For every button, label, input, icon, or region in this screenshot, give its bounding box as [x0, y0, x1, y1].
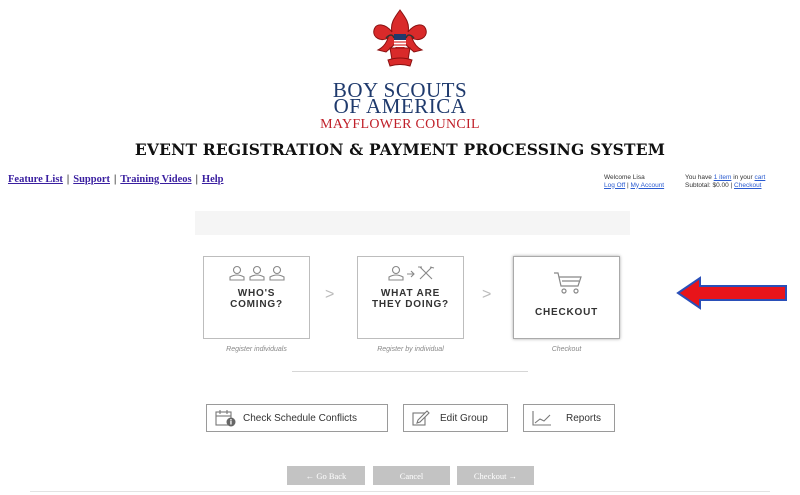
- activity-tools-icon: [388, 265, 435, 281]
- divider: [292, 371, 528, 372]
- chevron-right-icon: >: [482, 286, 492, 303]
- step-caption: Checkout: [551, 346, 582, 353]
- info-band: [195, 211, 630, 235]
- log-off-link[interactable]: Log Off: [604, 182, 625, 189]
- step-title-line1: WHO'S: [237, 288, 276, 299]
- red-arrow-annotation-icon: [676, 276, 787, 310]
- logo-council-name: MAYFLOWER COUNCIL: [320, 117, 480, 132]
- step-caption: Register by individual: [377, 346, 444, 353]
- reports-button[interactable]: Reports: [523, 404, 615, 432]
- edit-group-button[interactable]: Edit Group: [403, 404, 508, 432]
- cart-link[interactable]: cart: [755, 174, 766, 181]
- check-schedule-conflicts-button[interactable]: i Check Schedule Conflicts: [206, 404, 388, 432]
- welcome-text: Welcome Lisa: [604, 174, 645, 181]
- logo-text-of-america: OF AMERICA: [333, 94, 467, 118]
- nav-link-feature-list[interactable]: Feature List: [8, 174, 63, 185]
- nav-link-training-videos[interactable]: Training Videos: [120, 174, 191, 185]
- checkout-link[interactable]: Checkout: [734, 182, 761, 189]
- step-title-line2: COMING?: [230, 299, 283, 310]
- check-schedule-conflicts-label: Check Schedule Conflicts: [243, 412, 357, 424]
- svg-text:i: i: [230, 419, 232, 427]
- step-checkout-card[interactable]: CHECKOUT: [513, 256, 620, 339]
- step-title-line2: THEY DOING?: [372, 299, 449, 310]
- step-title-line1: CHECKOUT: [534, 307, 599, 318]
- edit-group-label: Edit Group: [440, 412, 488, 424]
- bsa-fleur-de-lis-logo-icon: [373, 9, 427, 67]
- chart-icon: [532, 411, 551, 426]
- reports-label: Reports: [566, 412, 602, 424]
- chevron-right-icon: >: [325, 286, 335, 303]
- cart-summary: You have 1 item in your cart Subtotal: $…: [685, 174, 765, 189]
- nav-separator: |: [195, 174, 198, 185]
- edit-icon: [412, 410, 430, 426]
- nav-link-support[interactable]: Support: [73, 174, 110, 185]
- calendar-alert-icon: i: [215, 410, 236, 427]
- nav-separator: |: [114, 174, 117, 185]
- nav-separator: |: [66, 174, 70, 185]
- divider: [30, 491, 770, 492]
- account-welcome: Welcome Lisa Log Off | My Account: [604, 174, 665, 189]
- cart-text: You have: [685, 174, 714, 181]
- my-account-link[interactable]: My Account: [631, 182, 665, 189]
- nav-link-help[interactable]: Help: [202, 174, 224, 185]
- subtotal-text: Subtotal: $0.00 |: [685, 181, 735, 189]
- page-title: EVENT REGISTRATION & PAYMENT PROCESSING …: [134, 140, 666, 159]
- top-nav: Feature List | Support | Training Videos | Hel…: [8, 174, 224, 185]
- step-what-are-they-doing-card[interactable]: WHAT ARE THEY DOING?: [357, 256, 464, 339]
- people-icon: [229, 265, 285, 281]
- step-title-line1: WHAT ARE: [380, 288, 441, 299]
- go-back-button[interactable]: ← Go Back: [287, 466, 365, 485]
- checkout-button[interactable]: Checkout →: [457, 466, 534, 485]
- cart-text: in your: [731, 174, 755, 181]
- cart-items-link[interactable]: 1 item: [714, 174, 732, 181]
- cancel-button[interactable]: Cancel: [373, 466, 450, 485]
- step-whos-coming-card[interactable]: WHO'S COMING?: [203, 256, 310, 339]
- cart-icon: [554, 272, 582, 294]
- step-caption: Register individuals: [226, 346, 287, 353]
